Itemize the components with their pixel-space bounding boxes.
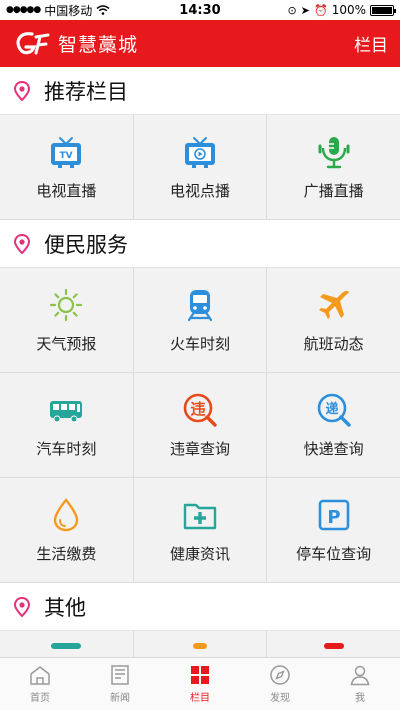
water-drop-icon [54,497,79,531]
svg-text:递: 递 [325,401,338,417]
partial-icon [51,643,82,649]
flight-status-item[interactable]: 航班动态 [267,268,400,372]
recommended-grid: TV 电视直播 电视点播 广播直播 [0,115,400,220]
home-icon [30,666,50,685]
wifi-icon [96,5,110,15]
section-header-services: 便民服务 [0,220,400,268]
status-bar: ●●●●● 中国移动 14:30 ⊙ ➤ ⏰ 100% [0,0,400,20]
health-folder-icon [183,503,217,529]
violation-query-item[interactable]: 违 违章查询 [133,373,267,477]
alarm-icon: ⏰ [313,3,328,17]
section-title: 便民服务 [44,232,128,257]
location-pin-icon [14,596,30,617]
battery-icon [370,4,396,16]
tab-columns[interactable]: 栏目 [160,658,240,710]
location-pin-icon [14,233,30,254]
cell-label: 健康资讯 [169,544,230,563]
partial-icon [323,643,344,649]
weather-item[interactable]: 天气预报 [0,268,133,372]
cell-label: 火车时刻 [169,334,230,353]
grid-icon [191,666,209,684]
tab-label: 发现 [270,693,290,704]
other-item[interactable] [267,631,400,657]
health-info-item[interactable]: 健康资讯 [133,478,267,582]
user-icon [350,665,370,686]
cell-label: 电视点播 [169,181,230,200]
svg-text:TV: TV [60,151,73,161]
sun-icon [50,288,83,321]
other-grid [0,631,400,657]
utility-payment-item[interactable]: 生活缴费 [0,478,133,582]
battery-label: 100% [331,3,366,17]
express-query-item[interactable]: 递 快递查询 [267,373,400,477]
status-right: ⊙ ➤ ⏰ 100% [287,3,396,17]
partial-icon [192,643,207,649]
orientation-lock-icon: ⊙ [287,3,297,17]
tv-live-item[interactable]: TV 电视直播 [0,115,133,219]
cell-label: 生活缴费 [36,544,97,563]
tab-discover[interactable]: 发现 [240,658,320,710]
compass-icon [270,665,290,685]
radio-live-item[interactable]: 广播直播 [267,115,400,219]
section-header-recommended: 推荐栏目 [0,67,400,115]
airplane-icon [318,290,349,319]
section-title: 其他 [44,595,86,620]
cell-label: 天气预报 [36,334,97,353]
cell-label: 快递查询 [303,439,364,458]
train-schedule-item[interactable]: 火车时刻 [133,268,267,372]
services-grid: 天气预报 火车时刻 航班动态 汽车时刻 违 违章查询 递 快递查询 生活缴费 健… [0,268,400,583]
app-title: 智慧藁城 [58,34,139,56]
main-content[interactable]: 推荐栏目 TV 电视直播 电视点播 广播直播 便民服务 天气预报 火车时刻 航班… [0,67,400,657]
brand: 智慧藁城 [12,29,138,59]
svg-text:违: 违 [190,400,205,418]
bus-schedule-item[interactable]: 汽车时刻 [0,373,133,477]
cell-label: 电视直播 [36,181,97,200]
svg-text:P: P [327,507,340,528]
microphone-icon [318,136,350,168]
news-icon [111,665,129,685]
violation-icon: 违 [183,393,217,427]
location-icon: ➤ [300,3,310,17]
tab-bar: 首页 新闻 栏目 发现 我 [0,657,400,710]
tab-home[interactable]: 首页 [0,658,80,710]
location-pin-icon [14,80,30,101]
tv-vod-item[interactable]: 电视点播 [133,115,267,219]
carrier-label: 中国移动 [44,3,93,18]
tab-news[interactable]: 新闻 [80,658,160,710]
section-header-other: 其他 [0,583,400,631]
tab-me[interactable]: 我 [320,658,400,710]
cell-label: 停车位查询 [296,544,372,563]
other-item[interactable] [133,631,267,657]
parking-icon: P [318,499,349,530]
signal-icon: ●●●●● [6,5,41,15]
status-left: ●●●●● 中国移动 [6,2,110,19]
train-icon [187,289,213,321]
logo-icon [16,31,50,54]
tab-label: 我 [355,693,365,704]
cell-label: 违章查询 [169,439,230,458]
column-menu-button[interactable]: 栏目 [354,31,388,56]
cell-label: 航班动态 [303,334,364,353]
app-header: 智慧藁城 栏目 [0,20,400,67]
tv-live-icon: TV [51,136,82,168]
cell-label: 汽车时刻 [36,439,97,458]
cell-label: 广播直播 [303,181,364,200]
parking-query-item[interactable]: P 停车位查询 [267,478,400,582]
bus-icon [50,400,83,422]
tab-label: 首页 [30,693,50,704]
express-icon: 递 [317,393,351,427]
tab-label: 新闻 [110,693,130,704]
tab-label: 栏目 [190,693,210,704]
section-title: 推荐栏目 [44,79,128,104]
tv-vod-icon [184,136,215,168]
other-item[interactable] [0,631,133,657]
